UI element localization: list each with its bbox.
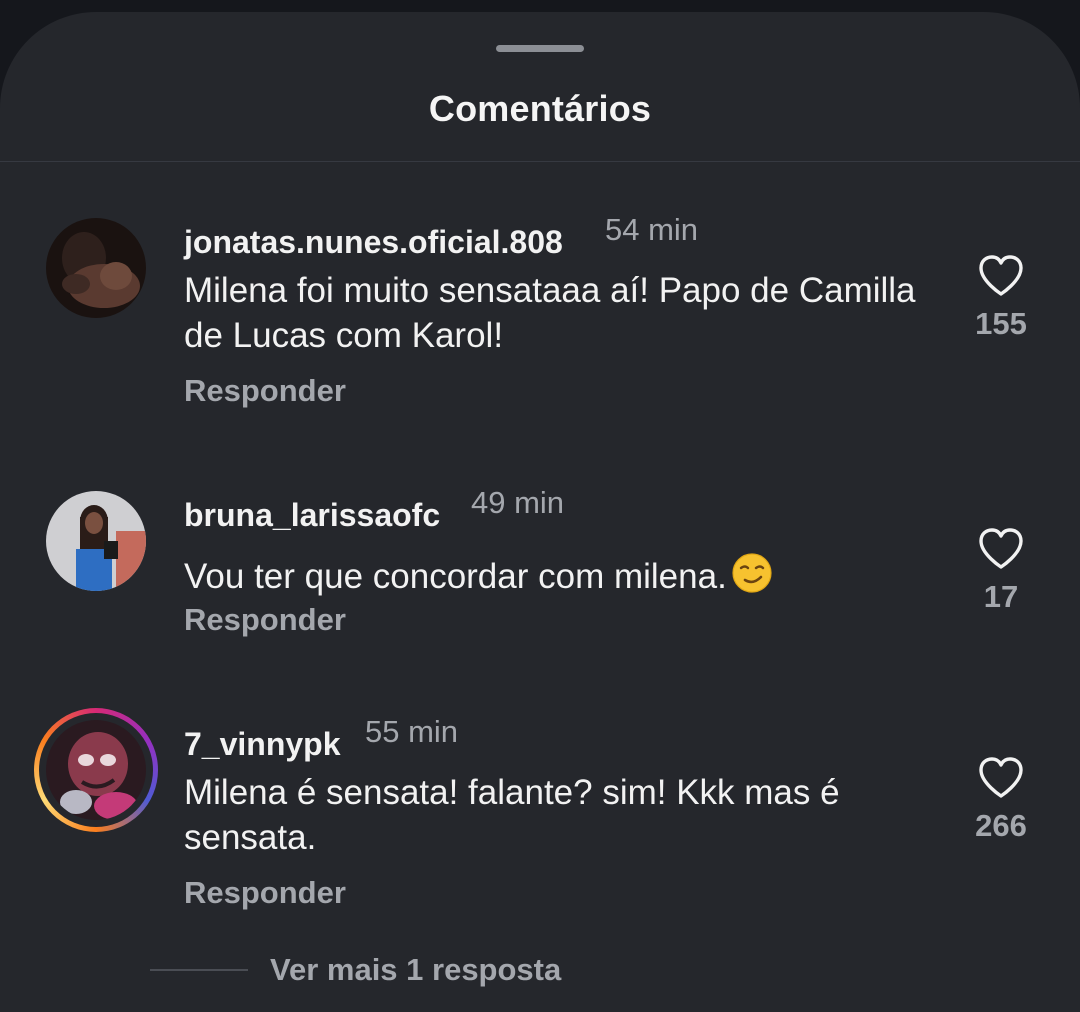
like-count: 17 (983, 579, 1019, 614)
comment-username[interactable]: bruna_larissaofc (184, 497, 440, 534)
like-button[interactable]: 266 (958, 756, 1044, 844)
comment-username[interactable]: 7_vinnypk (184, 726, 341, 763)
reply-button[interactable]: Responder (184, 875, 346, 911)
like-count: 155 (975, 306, 1027, 341)
replies-divider-line (150, 969, 248, 971)
comment-time: 54 min (605, 212, 699, 247)
like-count: 266 (975, 808, 1027, 843)
comment-time: 55 min (365, 714, 459, 749)
comment-text: Milena foi muito sensataaa aí! Papo de C… (184, 271, 916, 355)
like-button[interactable]: 17 (958, 527, 1044, 615)
avatar[interactable] (46, 491, 146, 591)
heart-outline-icon (979, 757, 1023, 798)
comment-username[interactable]: jonatas.nunes.oficial.808 (184, 224, 563, 261)
heart-outline-icon (979, 255, 1023, 296)
avatar[interactable] (46, 218, 146, 318)
like-button[interactable]: 155 (958, 254, 1044, 342)
view-more-replies-button[interactable]: Ver mais 1 resposta (270, 952, 561, 988)
reply-button[interactable]: Responder (184, 373, 346, 409)
drag-handle[interactable] (496, 45, 584, 52)
comment-time: 49 min (471, 485, 565, 520)
comments-sheet: Comentários jonatas.nunes.oficial.808 54… (0, 12, 1080, 1012)
avatar (46, 720, 146, 820)
story-ring[interactable] (34, 708, 158, 832)
reply-button[interactable]: Responder (184, 602, 346, 638)
header-divider (0, 161, 1080, 162)
comment-text: Milena é sensata! falante? sim! Kkk mas … (184, 773, 840, 857)
heart-outline-icon (979, 528, 1023, 569)
comment-text-content: Vou ter que concordar com milena. (184, 557, 727, 596)
comment-text: Vou ter que concordar com milena. (184, 552, 944, 599)
smirking-face-emoji (732, 553, 772, 593)
sheet-title: Comentários (428, 88, 652, 129)
